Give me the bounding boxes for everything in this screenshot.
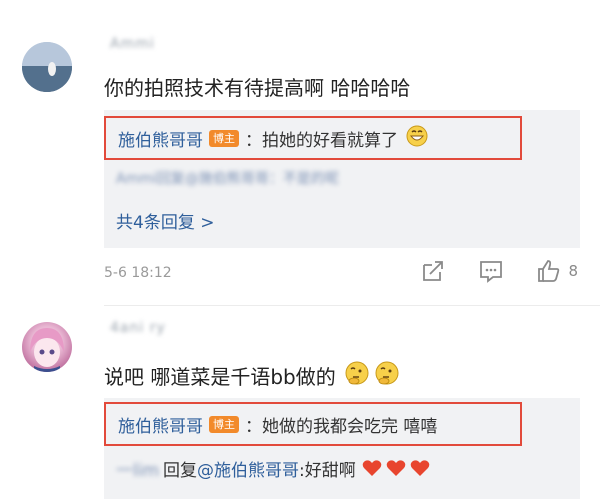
- avatar-photo-icon: [22, 42, 72, 92]
- replies-panel: 施伯熊哥哥 博主 ：她做的我都会吃完 嘻嘻 一lim 回复 @施伯熊哥哥 :好甜…: [104, 398, 580, 499]
- reply-text: @施伯熊哥哥：不是的呢: [184, 171, 339, 187]
- heart-icon: [386, 460, 406, 476]
- reply-author: Ammi回复: [116, 171, 185, 187]
- replies-panel: 施伯熊哥哥 博主 ：拍她的好看就算了 Ammi回复 @施伯熊哥哥：不是的呢 共4…: [104, 110, 580, 248]
- like-button[interactable]: 8: [536, 258, 578, 284]
- comment-text: 说吧 哪道菜是千语bb做的: [104, 360, 400, 391]
- comment-username[interactable]: 4ani ry: [110, 320, 166, 336]
- reply-author[interactable]: 一lim: [116, 456, 159, 481]
- like-count: 8: [568, 262, 578, 280]
- reply-item[interactable]: 一lim 回复 @施伯熊哥哥 :好甜啊: [116, 446, 430, 490]
- reply-text: :好甜啊: [299, 460, 356, 481]
- comment-divider: [104, 305, 600, 306]
- blurred-reply[interactable]: Ammi回复 @施伯熊哥哥：不是的呢: [116, 160, 339, 196]
- author-reply[interactable]: 施伯熊哥哥 博主 ：她做的我都会吃完 嘻嘻: [104, 402, 522, 446]
- avatar[interactable]: [22, 42, 72, 92]
- comment-timestamp: 5-6 18:12: [104, 265, 172, 281]
- comment-2: 4ani ry 说吧 哪道菜是千语bb做的 施伯熊哥哥 博主 ：她做的我都会吃完…: [0, 310, 600, 499]
- comment-1: Ammi 你的拍照技术有待提高啊 哈哈哈哈 施伯熊哥哥 博主 ：拍她的好看就算了…: [0, 0, 600, 310]
- reply-connector: 回复: [163, 460, 198, 481]
- comment-actions: 8: [420, 258, 578, 284]
- comment-icon[interactable]: [478, 258, 504, 284]
- comment-text-content: 说吧 哪道菜是千语bb做的: [104, 365, 336, 389]
- thumbs-up-icon: [538, 260, 560, 282]
- reply-text: ：拍她的好看就算了: [245, 130, 398, 151]
- author-reply[interactable]: 施伯熊哥哥 博主 ：拍她的好看就算了: [104, 116, 522, 160]
- heart-icon: [410, 460, 430, 476]
- reply-author[interactable]: 施伯熊哥哥: [118, 412, 203, 437]
- heart-icon: [362, 460, 382, 476]
- avatar[interactable]: [22, 322, 72, 372]
- thinking-emoji-icon: [374, 360, 400, 391]
- avatar-anime-icon: [30, 328, 64, 372]
- reply-mention[interactable]: @施伯熊哥哥: [197, 456, 299, 481]
- more-replies-row: 共4条回复 >: [116, 198, 214, 242]
- reply-text: ：她做的我都会吃完 嘻嘻: [245, 416, 438, 437]
- more-replies-link[interactable]: 共4条回复 >: [116, 208, 214, 233]
- thinking-emoji-icon: [344, 360, 370, 391]
- share-icon[interactable]: [420, 258, 446, 284]
- comment-username[interactable]: Ammi: [110, 36, 155, 52]
- author-badge: 博主: [209, 415, 239, 433]
- hearts-group: [362, 459, 430, 477]
- grinning-emoji-icon: [406, 125, 428, 152]
- reply-author[interactable]: 施伯熊哥哥: [118, 126, 203, 151]
- comment-text: 你的拍照技术有待提高啊 哈哈哈哈: [104, 76, 411, 100]
- author-badge: 博主: [209, 129, 239, 147]
